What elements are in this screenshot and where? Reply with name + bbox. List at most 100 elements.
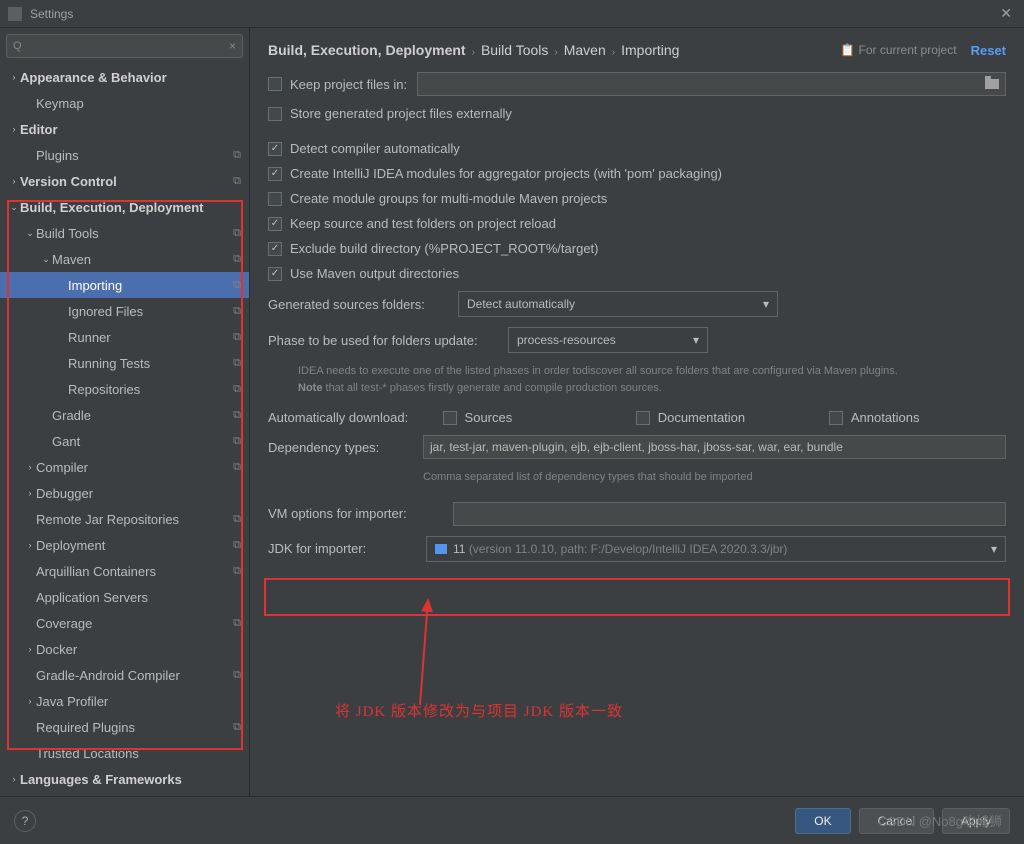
tree-item-application-servers[interactable]: Application Servers [0,584,249,610]
ok-button[interactable]: OK [795,808,850,834]
tree-item-gradle-android-compiler[interactable]: Gradle-Android Compiler⧉ [0,662,249,688]
tree-item-maven[interactable]: ⌄Maven⧉ [0,246,249,272]
tree-item-label: Application Servers [36,590,241,605]
folder-icon[interactable] [985,79,999,89]
jdk-dropdown[interactable]: 11 (version 11.0.10, path: F:/Develop/In… [426,536,1006,562]
tree-item-label: Build Tools [36,226,233,241]
tree-item-build-execution-deployment[interactable]: ⌄Build, Execution, Deployment [0,194,249,220]
phase-label: Phase to be used for folders update: [268,333,508,348]
store-ext-checkbox[interactable] [268,107,282,121]
tree-item-label: Remote Jar Repositories [36,512,233,527]
dialog-footer: ? OK Cancel Apply [0,796,1024,844]
project-scope-icon: ⧉ [233,617,241,630]
gen-sources-dropdown[interactable]: Detect automatically [458,291,778,317]
jdk-icon [435,544,447,554]
tree-item-trusted-locations[interactable]: Trusted Locations [0,740,249,766]
chevron-icon: › [24,462,36,472]
project-scope-icon: ⧉ [233,357,241,370]
dep-types-hint: Comma separated list of dependency types… [423,469,1006,486]
use-maven-out-checkbox[interactable] [268,267,282,281]
tree-item-runner[interactable]: Runner⧉ [0,324,249,350]
tree-item-label: Repositories [68,382,233,397]
dep-types-input[interactable]: jar, test-jar, maven-plugin, ejb, ejb-cl… [423,435,1006,459]
tree-item-label: Gradle-Android Compiler [36,668,233,683]
tree-item-label: Importing [68,278,233,293]
tree-item-required-plugins[interactable]: Required Plugins⧉ [0,714,249,740]
project-scope-icon: ⧉ [233,253,241,266]
vm-label: VM options for importer: [268,506,453,521]
project-scope-icon: ⧉ [233,513,241,526]
clear-search-icon[interactable]: × [229,39,236,53]
project-scope-icon: ⧉ [233,539,241,552]
settings-content: Build, Execution, Deployment›Build Tools… [250,28,1024,796]
tree-item-label: Version Control [20,174,233,189]
keep-files-input[interactable] [417,72,1006,96]
project-scope-icon: ⧉ [233,227,241,240]
apply-button[interactable]: Apply [942,808,1010,834]
chevron-icon: › [8,124,20,134]
annot-checkbox[interactable] [829,411,843,425]
tree-item-remote-jar-repositories[interactable]: Remote Jar Repositories⧉ [0,506,249,532]
detect-compiler-checkbox[interactable] [268,142,282,156]
close-icon[interactable]: ✕ [996,5,1016,22]
tree-item-label: Build, Execution, Deployment [20,200,241,215]
settings-sidebar: Q × ›Appearance & BehaviorKeymap›EditorP… [0,28,250,796]
create-aggregator-checkbox[interactable] [268,167,282,181]
breadcrumb: Build, Execution, Deployment›Build Tools… [268,42,840,58]
tree-item-build-tools[interactable]: ⌄Build Tools⧉ [0,220,249,246]
cancel-button[interactable]: Cancel [859,808,934,834]
tree-item-repositories[interactable]: Repositories⧉ [0,376,249,402]
tree-item-label: Running Tests [68,356,233,371]
tree-item-keymap[interactable]: Keymap [0,90,249,116]
docs-checkbox[interactable] [636,411,650,425]
help-button[interactable]: ? [14,810,36,832]
tree-item-coverage[interactable]: Coverage⧉ [0,610,249,636]
tree-item-docker[interactable]: ›Docker [0,636,249,662]
tree-item-ignored-files[interactable]: Ignored Files⧉ [0,298,249,324]
project-scope-icon: ⧉ [233,409,241,422]
phase-dropdown[interactable]: process-resources [508,327,708,353]
tree-item-label: Maven [52,252,233,267]
tree-item-gradle[interactable]: Gradle⧉ [0,402,249,428]
tree-item-label: Coverage [36,616,233,631]
exclude-build-checkbox[interactable] [268,242,282,256]
project-scope-icon: ⧉ [233,721,241,734]
auto-dl-label: Automatically download: [268,410,443,425]
create-groups-checkbox[interactable] [268,192,282,206]
tree-item-label: Java Profiler [36,694,241,709]
sources-checkbox[interactable] [443,411,457,425]
reset-button[interactable]: Reset [971,43,1006,58]
tree-item-version-control[interactable]: ›Version Control⧉ [0,168,249,194]
tree-item-appearance-behavior[interactable]: ›Appearance & Behavior [0,64,249,90]
tree-item-plugins[interactable]: Plugins⧉ [0,142,249,168]
tree-item-label: Required Plugins [36,720,233,735]
vm-input[interactable] [453,502,1006,526]
tree-item-label: Gradle [52,408,233,423]
tree-item-importing[interactable]: Importing⧉ [0,272,249,298]
tree-item-compiler[interactable]: ›Compiler⧉ [0,454,249,480]
tree-item-label: Keymap [36,96,241,111]
project-scope-icon: ⧉ [233,565,241,578]
chevron-icon: ⌄ [8,202,20,213]
project-scope-icon: ⧉ [233,149,241,162]
search-input[interactable]: Q × [6,34,243,58]
search-icon: Q [13,40,22,52]
tree-item-languages-frameworks[interactable]: ›Languages & Frameworks [0,766,249,792]
keep-files-checkbox[interactable] [268,77,282,91]
dep-types-label: Dependency types: [268,440,423,455]
tree-item-debugger[interactable]: ›Debugger [0,480,249,506]
tree-item-running-tests[interactable]: Running Tests⧉ [0,350,249,376]
tree-item-deployment[interactable]: ›Deployment⧉ [0,532,249,558]
tree-item-label: Arquillian Containers [36,564,233,579]
tree-item-editor[interactable]: ›Editor [0,116,249,142]
tree-item-label: Docker [36,642,241,657]
project-scope-icon: ⧉ [233,383,241,396]
tree-item-label: Appearance & Behavior [20,70,241,85]
chevron-icon: › [24,696,36,706]
tree-item-gant[interactable]: Gant⧉ [0,428,249,454]
keep-folders-checkbox[interactable] [268,217,282,231]
app-logo-icon [8,7,22,21]
tree-item-arquillian-containers[interactable]: Arquillian Containers⧉ [0,558,249,584]
tree-item-java-profiler[interactable]: ›Java Profiler [0,688,249,714]
chevron-icon: › [24,540,36,550]
